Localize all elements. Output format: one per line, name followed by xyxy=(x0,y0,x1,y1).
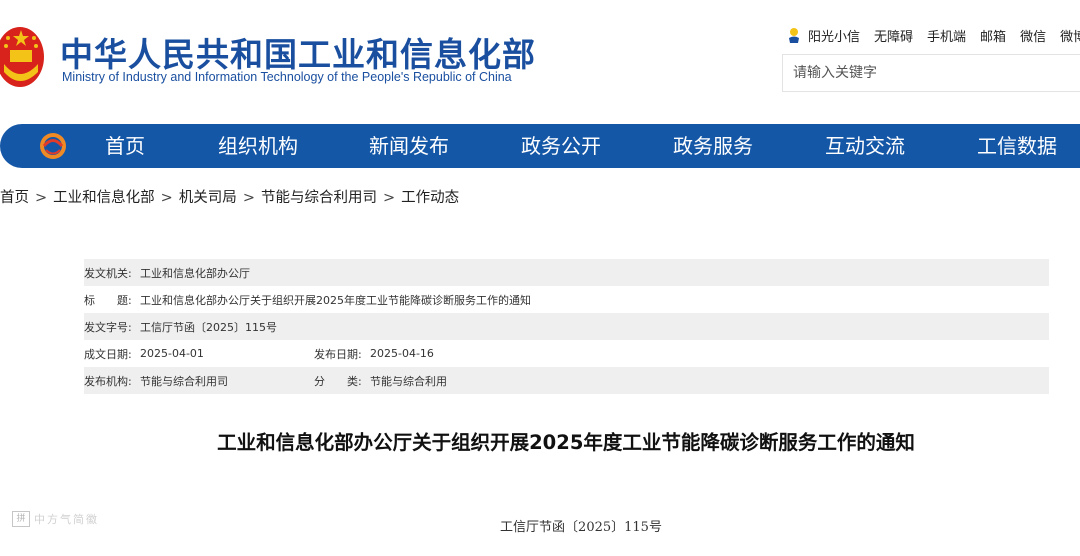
site-title-english: Ministry of Industry and Information Tec… xyxy=(62,70,512,84)
nav-organization[interactable]: 组织机构 xyxy=(218,124,298,168)
breadcrumb-work-news[interactable]: 工作动态 xyxy=(401,190,459,206)
published-date-value: 2025-04-16 xyxy=(370,347,434,360)
document-title: 工业和信息化部办公厅关于组织开展2025年度工业节能降碳诊断服务工作的通知 xyxy=(217,431,915,454)
main-nav: 首页 组织机构 新闻发布 政务公开 政务服务 互动交流 工信数据 xyxy=(0,124,1080,168)
toplink-wechat[interactable]: 微信 xyxy=(1020,26,1046,45)
issuer-value: 工业和信息化部办公厅 xyxy=(140,266,250,280)
toplink-mobile[interactable]: 手机端 xyxy=(927,26,966,45)
written-date-value: 2025-04-01 xyxy=(140,347,204,360)
metadata-row-issuer: 发文机关: 工业和信息化部办公厅 xyxy=(84,259,1049,286)
nav-home[interactable]: 首页 xyxy=(105,124,145,168)
document-number: 工信厅节函〔2025〕115号 xyxy=(500,520,662,535)
toplink-weibo[interactable]: 微博 xyxy=(1060,26,1080,45)
search-input[interactable] xyxy=(783,55,1073,91)
metadata-row-dates: 成文日期: 2025-04-01 发布日期: 2025-04-16 xyxy=(84,340,1049,367)
published-date-label: 发布日期: xyxy=(314,347,362,361)
site-title[interactable]: 中华人民共和国工业和信息化部 xyxy=(60,28,536,76)
metadata-row-docno: 发文字号: 工信厅节函〔2025〕115号 xyxy=(84,313,1049,340)
issuer-label: 发文机关: xyxy=(84,266,132,280)
breadcrumb-ministry[interactable]: 工业和信息化部 xyxy=(53,190,155,206)
toplink-sunshine[interactable]: 阳光小信 xyxy=(808,26,860,45)
written-date-label: 成文日期: xyxy=(84,347,132,361)
title-value: 工业和信息化部办公厅关于组织开展2025年度工业节能降碳诊断服务工作的通知 xyxy=(140,293,531,307)
search-box xyxy=(782,54,1080,92)
mascot-icon xyxy=(789,28,799,43)
org-label: 发布机构: xyxy=(84,374,132,388)
breadcrumb-separator: > xyxy=(35,190,48,206)
category-value: 节能与综合利用 xyxy=(370,374,447,388)
toplink-accessibility[interactable]: 无障碍 xyxy=(874,26,913,45)
top-links: 阳光小信 无障碍 手机端 邮箱 微信 微博 xyxy=(786,24,1080,46)
ministry-logo-icon xyxy=(40,133,66,159)
document-metadata-table: 发文机关: 工业和信息化部办公厅 标 题: 工业和信息化部办公厅关于组织开展20… xyxy=(84,259,1049,394)
nav-interaction[interactable]: 互动交流 xyxy=(825,124,905,168)
title-label: 标 题: xyxy=(84,293,132,307)
breadcrumb-departments[interactable]: 机关司局 xyxy=(179,190,237,206)
metadata-row-title: 标 题: 工业和信息化部办公厅关于组织开展2025年度工业节能降碳诊断服务工作的… xyxy=(84,286,1049,313)
nav-news[interactable]: 新闻发布 xyxy=(369,124,449,168)
nav-data[interactable]: 工信数据 xyxy=(977,124,1057,168)
national-emblem-icon xyxy=(0,27,44,87)
breadcrumb-home[interactable]: 首页 xyxy=(0,190,29,206)
breadcrumb-separator: > xyxy=(382,190,396,206)
breadcrumb-separator: > xyxy=(242,190,255,206)
docno-value: 工信厅节函〔2025〕115号 xyxy=(140,320,277,334)
category-label: 分 类: xyxy=(314,374,362,388)
breadcrumb-separator: > xyxy=(160,190,173,206)
breadcrumb-energy-dept[interactable]: 节能与综合利用司 xyxy=(261,190,377,206)
nav-government-affairs[interactable]: 政务公开 xyxy=(521,124,601,168)
nav-services[interactable]: 政务服务 xyxy=(673,124,753,168)
toplink-mail[interactable]: 邮箱 xyxy=(980,26,1006,45)
docno-label: 发文字号: xyxy=(84,320,132,334)
site-header: 中华人民共和国工业和信息化部 Ministry of Industry and … xyxy=(0,0,1080,120)
org-value: 节能与综合利用司 xyxy=(140,374,228,388)
breadcrumb: 首页 > 工业和信息化部 > 机关司局 > 节能与综合利用司 > 工作动态 xyxy=(0,186,459,206)
metadata-row-org: 发布机构: 节能与综合利用司 分 类: 节能与综合利用 xyxy=(84,367,1049,394)
